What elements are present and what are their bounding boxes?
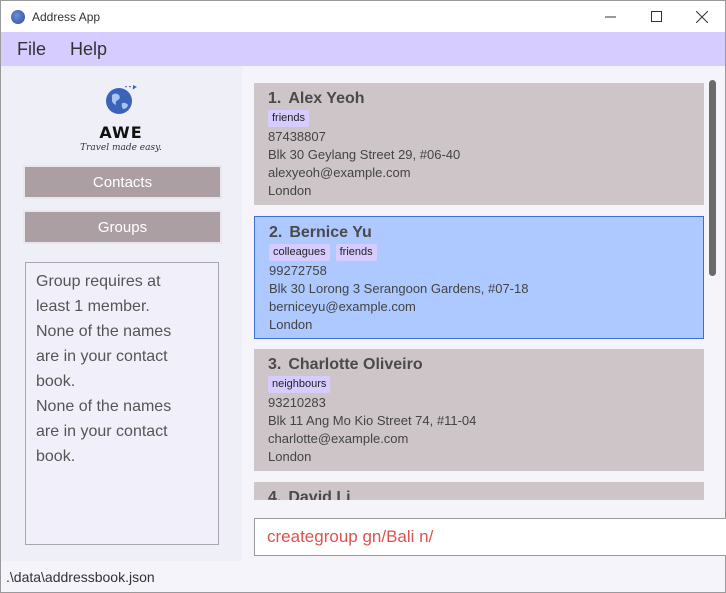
title-bar[interactable]: Address App	[1, 1, 725, 32]
close-icon	[696, 10, 708, 23]
menu-help[interactable]: Help	[62, 39, 115, 60]
result-line: are in your contact	[36, 423, 168, 440]
command-box[interactable]	[254, 518, 726, 556]
person-name: David Li	[288, 489, 351, 500]
window-controls	[587, 1, 725, 32]
window-title: Address App	[32, 9, 101, 24]
person-name-row: 2. Bernice Yu	[269, 224, 689, 242]
result-line: book.	[36, 448, 76, 465]
person-name: Alex Yeoh	[288, 90, 365, 107]
result-line: Group requires at	[36, 273, 161, 290]
minimize-button[interactable]	[587, 1, 633, 32]
menu-bar: File Help	[1, 32, 725, 66]
result-line: None of the names	[36, 398, 172, 415]
maximize-icon	[650, 11, 662, 22]
logo-tagline: Travel made easy.	[80, 143, 162, 153]
save-location: .\data\addressbook.json	[6, 568, 155, 585]
groups-button[interactable]: Groups	[23, 210, 222, 244]
person-index: 2.	[269, 224, 283, 241]
status-bar: .\data\addressbook.json	[1, 561, 725, 592]
person-email: charlotte@example.com	[268, 431, 409, 446]
list-scrollbar[interactable]	[705, 78, 721, 500]
person-address: Blk 30 Lorong 3 Serangoon Gardens, #07-1…	[269, 281, 529, 296]
logo: AWE Travel made easy.	[71, 76, 171, 156]
person-name: Bernice Yu	[289, 224, 372, 241]
person-index: 4.	[268, 489, 282, 500]
person-index: 1.	[268, 90, 282, 107]
globe-icon	[11, 9, 25, 24]
tag-badge: friends	[335, 244, 377, 261]
contacts-button[interactable]: Contacts	[23, 165, 222, 199]
person-city: London	[268, 449, 312, 464]
tag-badge: colleagues	[269, 244, 330, 261]
tag-badge: friends	[268, 110, 310, 127]
person-name-row: 3. Charlotte Oliveiro	[268, 356, 690, 374]
person-name: Charlotte Oliveiro	[288, 356, 423, 373]
person-city: London	[268, 183, 312, 198]
result-display: Group requires at least 1 member. None o…	[25, 262, 219, 545]
app-window: Address App File Help AWE Travel made ea…	[0, 0, 726, 593]
globe-logo-icon	[106, 85, 137, 114]
result-line: are in your contact	[36, 348, 168, 365]
person-list: 1. Alex Yeoh friends 87438807 Blk 30 Geyl…	[252, 80, 704, 500]
right-panel: 1. Alex Yeoh friends 87438807 Blk 30 Geyl…	[242, 66, 726, 561]
person-city: London	[269, 317, 313, 332]
person-phone: 99272758	[269, 263, 327, 278]
left-panel: AWE Travel made easy. Contacts Groups Gr…	[1, 66, 242, 561]
person-card[interactable]: 4. David Li	[254, 482, 704, 500]
logo-brand: AWE	[99, 123, 143, 142]
person-email: alexyeoh@example.com	[268, 165, 411, 180]
command-input[interactable]	[267, 527, 717, 547]
person-address: Blk 11 Ang Mo Kio Street 74, #11-04	[268, 413, 477, 428]
result-line: None of the names	[36, 323, 172, 340]
person-phone: 93210283	[268, 395, 326, 410]
person-address: Blk 30 Geylang Street 29, #06-40	[268, 147, 461, 162]
person-tags: neighbours	[268, 376, 690, 394]
minimize-icon	[604, 16, 616, 18]
maximize-button[interactable]	[633, 1, 679, 32]
tag-badge: neighbours	[268, 376, 331, 393]
person-card[interactable]: 1. Alex Yeoh friends 87438807 Blk 30 Geyl…	[254, 83, 704, 205]
person-card[interactable]: 2. Bernice Yu colleagues friends 99272758…	[254, 216, 704, 339]
person-name-row: 4. David Li	[268, 489, 690, 500]
person-tags: friends	[268, 110, 690, 128]
result-line: least 1 member.	[36, 298, 150, 315]
close-button[interactable]	[679, 1, 725, 32]
person-index: 3.	[268, 356, 282, 373]
person-phone: 87438807	[268, 129, 326, 144]
result-line: book.	[36, 373, 76, 390]
person-tags: colleagues friends	[269, 244, 689, 262]
menu-file[interactable]: File	[9, 39, 54, 60]
person-card[interactable]: 3. Charlotte Oliveiro neighbours 93210283…	[254, 349, 704, 471]
person-email: berniceyu@example.com	[269, 299, 416, 314]
person-name-row: 1. Alex Yeoh	[268, 90, 690, 108]
scrollbar-thumb[interactable]	[709, 80, 716, 276]
